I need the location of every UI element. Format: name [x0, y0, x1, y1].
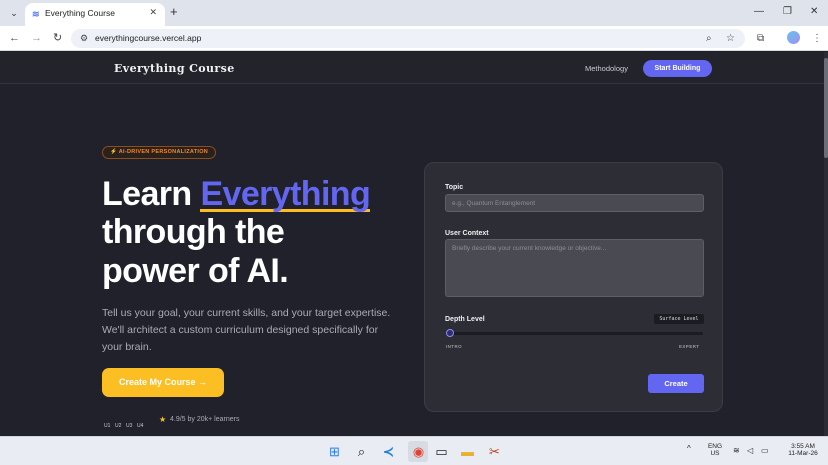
user-context-label: User Context	[445, 230, 489, 237]
tab-list-icon[interactable]: ⌄	[6, 5, 22, 21]
profile-avatar[interactable]	[787, 31, 800, 44]
tab-title: Everything Course	[45, 8, 115, 18]
hero-title-prefix: Learn	[102, 175, 201, 213]
language-code: ENG	[707, 443, 723, 450]
extensions-icon[interactable]: ⧉	[757, 32, 764, 45]
new-tab-icon[interactable]: +	[170, 4, 178, 20]
tray-overflow-icon[interactable]: ^	[687, 444, 691, 453]
hero-title-line-2: through the	[102, 213, 285, 251]
snipping-tool-icon[interactable]: ✂	[486, 443, 503, 460]
learner-avatars: U1 U2 U3 U4	[104, 414, 148, 432]
hero-description: Tell us your goal, your current skills, …	[102, 307, 391, 353]
user-context-textarea[interactable]: Briefly describe your current knowledge …	[445, 239, 704, 297]
hero-title-line-3: power of AI.	[102, 252, 289, 290]
depth-slider-thumb[interactable]	[446, 329, 454, 337]
depth-value-badge: Surface Level	[654, 314, 704, 324]
bookmark-star-icon[interactable]: ☆	[726, 32, 735, 45]
browser-tab-bar: ⌄ ≋ Everything Course ✕ + — ❐ ✕	[0, 0, 828, 26]
create-my-course-button[interactable]: Create My Course →	[102, 368, 224, 397]
brand-logo[interactable]: Everything Course	[114, 62, 235, 75]
vscode-icon[interactable]: ≺	[380, 443, 397, 460]
feature-badge: ⚡ AI-DRIVEN PERSONALIZATION	[102, 146, 217, 159]
clock[interactable]: 3:55 AM 11-Mar-26	[780, 443, 826, 457]
scrollbar-thumb[interactable]	[824, 58, 828, 158]
close-window-icon[interactable]: ✕	[810, 5, 818, 19]
menu-icon[interactable]: ⋮	[812, 32, 822, 45]
search-icon[interactable]: ⌕	[353, 443, 370, 460]
avatar: U4	[137, 423, 144, 429]
file-explorer-icon[interactable]: ▬	[459, 443, 476, 460]
star-icon: ★	[159, 415, 167, 424]
browser-tab[interactable]: ≋ Everything Course ✕	[25, 3, 165, 26]
browser-toolbar: ← → ↻ ⚙ everythingcourse.vercel.app ⌕ ☆ …	[0, 26, 828, 51]
region-code: US	[710, 450, 720, 457]
favicon-icon: ≋	[32, 9, 40, 19]
topic-label: Topic	[445, 184, 464, 191]
web-page: Everything Course Methodology Start Buil…	[0, 52, 824, 436]
course-form-card: Topic e.g., Quantum Entanglement User Co…	[424, 162, 723, 412]
minimize-icon[interactable]: —	[754, 5, 764, 19]
volume-icon[interactable]: ◁	[747, 446, 753, 455]
close-icon[interactable]: ✕	[149, 7, 157, 18]
windows-start-icon[interactable]: ⊞	[326, 443, 343, 460]
hero-title-line-1: Learn Everything	[102, 175, 371, 213]
date-text: 11-Mar-26	[788, 450, 818, 457]
hero-title-accent: Everything	[200, 175, 371, 213]
start-building-button[interactable]: Start Building	[643, 60, 712, 77]
windows-taskbar: ⊞ ⌕ ≺ ◉ ▭ ▬ ✂ ^ ENG US ≋ ◁ ▭ 3:55 AM 11-…	[0, 436, 828, 465]
slider-max-label: EXPERT	[679, 344, 700, 349]
chrome-icon[interactable]: ◉	[410, 443, 427, 460]
language-indicator[interactable]: ENG US	[704, 443, 726, 457]
create-button[interactable]: Create	[648, 374, 704, 393]
slider-min-label: INTRO	[446, 344, 462, 349]
address-bar[interactable]: ⚙ everythingcourse.vercel.app ⌕ ☆	[71, 29, 745, 48]
depth-level-label: Depth Level	[445, 316, 485, 323]
zoom-icon[interactable]: ⌕	[706, 32, 712, 45]
reload-icon[interactable]: ↻	[53, 31, 62, 45]
avatar: U2	[115, 423, 122, 429]
site-info-icon[interactable]: ⚙	[80, 33, 88, 44]
site-navbar: Everything Course Methodology Start Buil…	[0, 52, 824, 84]
terminal-icon[interactable]: ▭	[433, 443, 450, 460]
battery-icon[interactable]: ▭	[761, 446, 769, 455]
restore-icon[interactable]: ❐	[783, 5, 792, 19]
time-text: 3:55 AM	[791, 443, 815, 450]
wifi-icon[interactable]: ≋	[733, 446, 740, 455]
forward-icon[interactable]: →	[31, 31, 42, 45]
depth-slider-track[interactable]	[447, 332, 703, 335]
url-text: everythingcourse.vercel.app	[95, 33, 202, 43]
back-icon[interactable]: ←	[9, 31, 20, 45]
nav-link-methodology[interactable]: Methodology	[585, 64, 628, 73]
topic-input[interactable]: e.g., Quantum Entanglement	[445, 194, 704, 212]
avatar: U1	[104, 423, 111, 429]
rating-text: 4.9/5 by 20k+ learners	[170, 416, 240, 423]
avatar: U3	[126, 423, 133, 429]
